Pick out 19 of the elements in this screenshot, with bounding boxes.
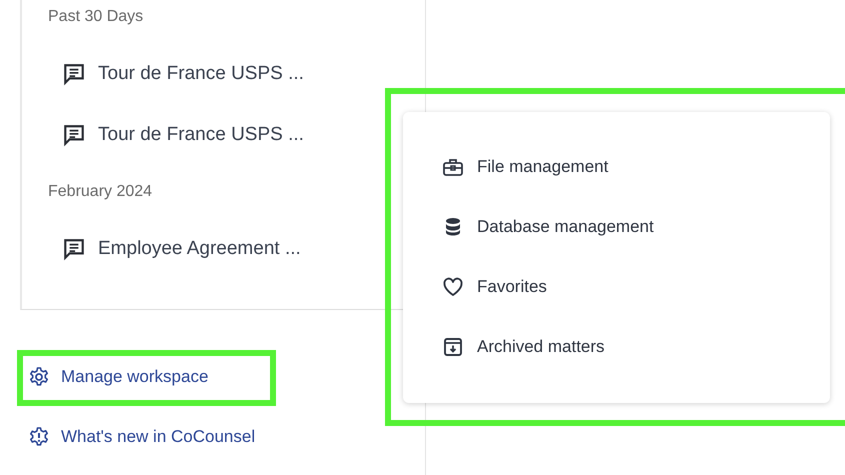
settings-icon xyxy=(28,366,50,388)
heart-icon xyxy=(442,276,464,298)
menu-item[interactable]: Database management xyxy=(477,217,654,237)
chat-history-item[interactable]: Tour de France USPS ... xyxy=(98,63,304,85)
menu-item[interactable]: File management xyxy=(477,157,608,177)
section-heading: February 2024 xyxy=(48,182,154,202)
sidebar-link[interactable]: What's new in CoCounsel xyxy=(61,427,256,447)
menu-item[interactable]: Archived matters xyxy=(477,337,605,357)
menu-item[interactable]: Favorites xyxy=(477,277,547,297)
chat-icon xyxy=(62,237,86,261)
chat-icon xyxy=(62,123,86,147)
alert-badge-icon xyxy=(28,426,50,448)
archive-box-icon xyxy=(442,336,464,358)
chat-history-item[interactable]: Tour de France USPS ... xyxy=(98,124,304,146)
sidebar-link[interactable]: Manage workspace xyxy=(61,367,208,387)
chat-history-item[interactable]: Employee Agreement ... xyxy=(98,238,301,260)
chat-icon xyxy=(62,62,86,86)
section-heading: Past 30 Days xyxy=(48,7,144,27)
briefcase-icon xyxy=(442,156,464,178)
